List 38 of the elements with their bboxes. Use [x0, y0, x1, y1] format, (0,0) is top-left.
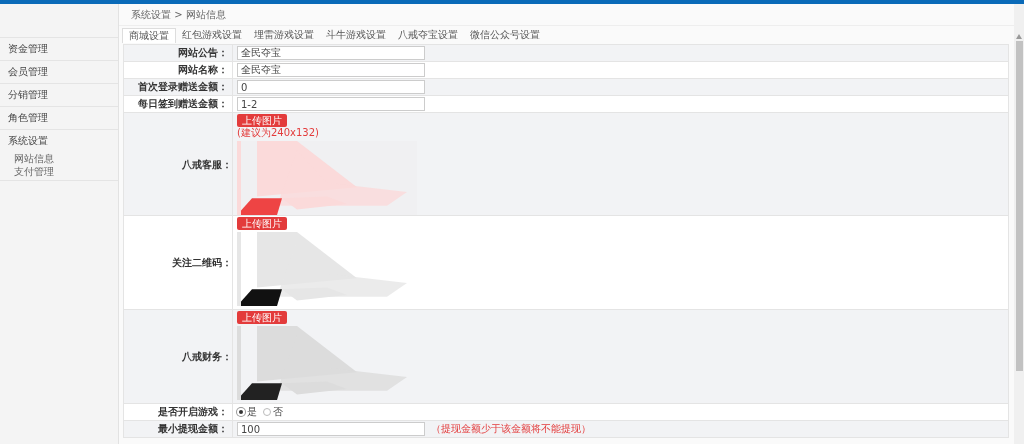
sidebar-item[interactable]: 会员管理 [0, 60, 118, 83]
sidebar-subitem[interactable]: 支付管理 [0, 165, 118, 178]
tab[interactable]: 红包游戏设置 [176, 28, 248, 43]
field-label: 是否开启游戏： [123, 403, 233, 421]
tab[interactable]: 商城设置 [122, 28, 176, 43]
field-label: 首次登录赠送金额： [123, 78, 233, 96]
field-label: 网站公告： [123, 44, 233, 62]
radio-button[interactable] [263, 407, 271, 416]
radio-option[interactable]: 否 [263, 405, 283, 418]
input-field[interactable]: 0 [237, 80, 425, 94]
upload-button[interactable]: 上传图片 [237, 114, 287, 127]
upload-button[interactable]: 上传图片 [237, 217, 287, 230]
tab[interactable]: 微信公众号设置 [464, 28, 546, 43]
field-note: （提现金额少于该金额将不能提现） [431, 423, 591, 434]
sidebar-item[interactable]: 角色管理 [0, 106, 118, 129]
input-field[interactable]: 100 [237, 422, 425, 436]
sidebar-item[interactable]: 分销管理 [0, 83, 118, 106]
field-label: 最小提现金额： [123, 420, 233, 438]
scroll-up-icon[interactable] [1016, 34, 1022, 39]
input-field[interactable]: 全民夺宝 [237, 63, 425, 77]
sidebar-subitem[interactable]: 网站信息 [0, 152, 118, 165]
size-hint: (建议为240x132) [237, 127, 320, 139]
field-label: 关注二维码： [123, 215, 233, 310]
sidebar-item[interactable]: 资金管理 [0, 37, 118, 60]
tab[interactable]: 八戒夺宝设置 [392, 28, 464, 43]
field-label: 每日签到赠送金额： [123, 95, 233, 113]
tab[interactable]: 埋雷游戏设置 [248, 28, 320, 43]
sidebar-item[interactable]: 系统设置 [0, 130, 118, 152]
radio-option[interactable]: 是 [237, 405, 257, 418]
tab[interactable]: 斗牛游戏设置 [320, 28, 392, 43]
field-label: 网站名称： [123, 61, 233, 79]
upload-button[interactable]: 上传图片 [237, 311, 287, 324]
field-label: 八戒财务： [123, 309, 233, 404]
scrollbar-thumb[interactable] [1015, 41, 1023, 371]
breadcrumb: 系统设置 > 网站信息 [119, 4, 1014, 26]
field-label: 八戒客服： [123, 112, 233, 216]
input-field[interactable]: 1-2 [237, 97, 425, 111]
input-field[interactable]: 全民夺宝 [237, 46, 425, 60]
